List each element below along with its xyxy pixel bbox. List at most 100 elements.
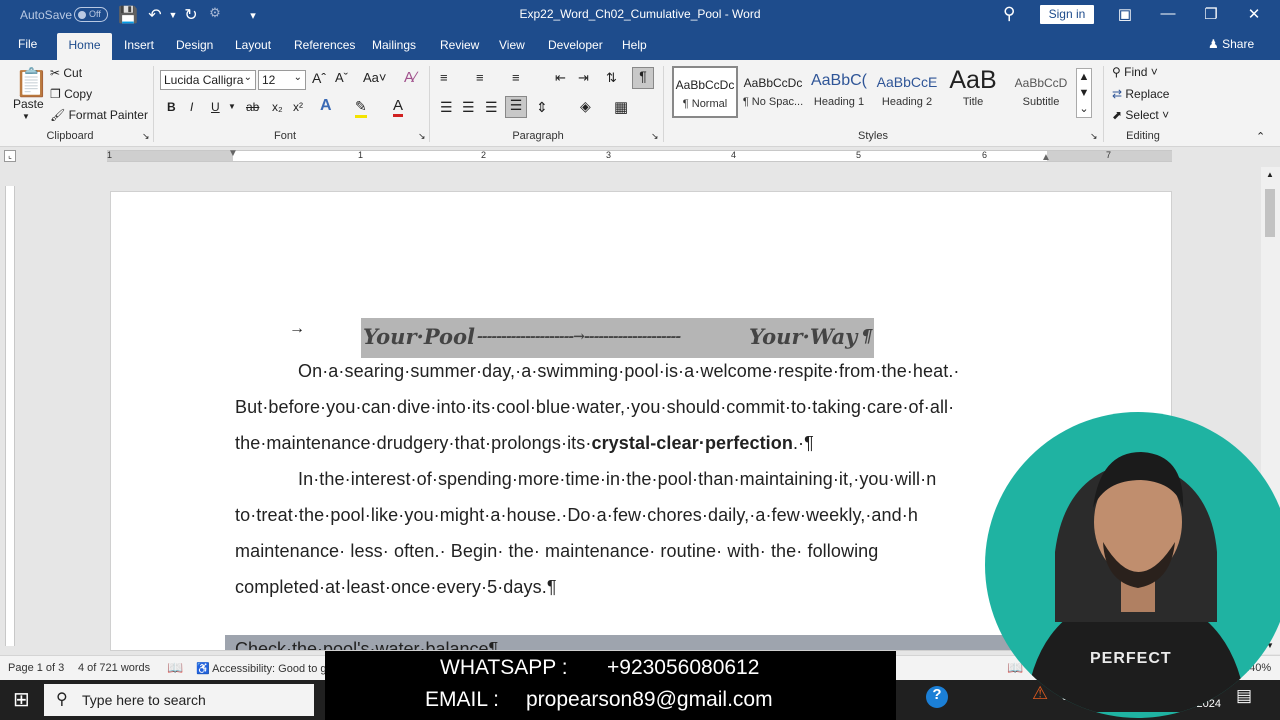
font-color-icon[interactable]: A [393, 97, 404, 117]
increase-indent-icon[interactable]: ⇥ [578, 70, 589, 86]
style-title[interactable]: AaB Title [940, 66, 1006, 118]
page-count[interactable]: Page 1 of 3 [8, 662, 64, 674]
style-no-spacing[interactable]: AaBbCcDc ¶ No Spac... [740, 66, 806, 118]
para1-line1[interactable]: On·a·searing·summer·day,·a·swimming·pool… [298, 361, 960, 382]
numbering-icon[interactable]: ≡ [476, 70, 484, 85]
para2-line2[interactable]: to·treat·the·pool·like·you·might·a·house… [235, 505, 918, 526]
align-right-icon[interactable]: ☰ [485, 99, 498, 116]
redo-icon[interactable]: ↻ [181, 5, 201, 25]
text-effects-icon[interactable]: A [320, 97, 332, 115]
line-spacing-icon[interactable]: ⇕ [536, 99, 548, 116]
subscript-icon[interactable]: x₂ [272, 100, 283, 114]
para1-line3[interactable]: the·maintenance·drudgery·that·prolongs·i… [235, 433, 814, 454]
search-icon[interactable]: ⚲ [1003, 4, 1015, 24]
minimize-icon[interactable]: — [1158, 5, 1178, 22]
italic-icon[interactable]: I [190, 100, 193, 114]
strikethrough-icon[interactable]: ab [246, 100, 259, 114]
first-line-indent-marker[interactable]: ▼ [228, 148, 238, 159]
tab-file[interactable]: File [18, 37, 37, 51]
sign-in-button[interactable]: Sign in [1040, 5, 1094, 24]
windows-start-icon[interactable]: ⊞ [13, 687, 30, 712]
horizontal-ruler[interactable]: 1 1 2 3 4 5 6 7 ▼ ▲ [107, 148, 1172, 163]
tab-references[interactable]: References [294, 38, 355, 52]
accessibility-status[interactable]: ♿ Accessibility: Good to g [196, 662, 327, 675]
tab-insert[interactable]: Insert [124, 38, 154, 52]
format-painter-qat-icon[interactable]: ⚙ [205, 5, 225, 21]
scroll-up-icon[interactable]: ▲ [1266, 170, 1274, 179]
align-center-icon[interactable]: ☰ [462, 99, 475, 116]
help-icon[interactable]: ? [926, 686, 948, 708]
undo-dropdown-icon[interactable]: ▼ [163, 10, 183, 20]
style-heading-2[interactable]: AaBbCcE Heading 2 [874, 66, 940, 118]
highlight-icon[interactable]: ✎ [355, 98, 367, 118]
font-size-select[interactable]: 12 ⌄ [258, 70, 306, 90]
font-name-select[interactable]: Lucida Calligra ⌄ [160, 70, 256, 90]
customize-qat-icon[interactable]: ▾ [243, 9, 263, 22]
show-formatting-marks-icon[interactable]: ¶ [632, 67, 654, 89]
tab-developer[interactable]: Developer [548, 38, 603, 52]
para1-line2[interactable]: But·before·you·can·dive·into·its·cool·bl… [235, 397, 954, 418]
notifications-icon[interactable]: ▤ [1236, 686, 1252, 706]
tab-mailings[interactable]: Mailings [372, 38, 416, 52]
undo-icon[interactable]: ↶ [145, 5, 165, 25]
grow-font-icon[interactable]: Aˆ [312, 70, 326, 86]
taskbar-search[interactable]: ⚲ Type here to search [44, 684, 314, 716]
ribbon-display-options-icon[interactable]: ▣ [1115, 5, 1135, 23]
close-icon[interactable]: ✕ [1244, 5, 1264, 23]
justify-icon[interactable]: ☰ [505, 96, 527, 118]
para2-line4[interactable]: completed·at·least·once·every·5·days.¶ [235, 577, 557, 598]
paste-button[interactable]: Paste [13, 97, 44, 111]
paste-dropdown-icon[interactable]: ▼ [22, 112, 30, 121]
copy-button[interactable]: ❐ Copy [50, 87, 92, 101]
styles-scroll-icon[interactable]: ▲ ▼ ⌄ [1076, 68, 1092, 118]
save-icon[interactable]: 💾 [118, 5, 138, 25]
tab-view[interactable]: View [499, 38, 525, 52]
tab-layout[interactable]: Layout [235, 38, 271, 52]
format-painter-button[interactable]: 🖌 Format Painter [50, 108, 148, 122]
right-indent-marker[interactable]: ▲ [1041, 152, 1051, 163]
tab-review[interactable]: Review [440, 38, 479, 52]
collapse-ribbon-icon[interactable]: ⌃ [1256, 130, 1265, 143]
paste-icon[interactable]: 📋 [14, 66, 49, 99]
clear-formatting-icon[interactable]: A∕ [404, 69, 417, 86]
bullets-icon[interactable]: ≡ [440, 70, 448, 85]
underline-dropdown-icon[interactable]: ▼ [228, 102, 236, 111]
align-left-icon[interactable]: ☰ [440, 99, 453, 116]
multilevel-list-icon[interactable]: ≡ [512, 70, 520, 85]
word-count[interactable]: 4 of 721 words [78, 662, 150, 674]
vertical-ruler[interactable] [5, 186, 15, 646]
autosave-toggle[interactable]: Off [74, 7, 108, 22]
tab-home[interactable]: Home [57, 33, 112, 60]
tab-design[interactable]: Design [176, 38, 213, 52]
select-button[interactable]: ⬈ Select ˅ [1112, 108, 1169, 122]
replace-button[interactable]: ⇄ Replace [1112, 87, 1169, 101]
underline-icon[interactable]: U [211, 100, 220, 114]
style-subtitle[interactable]: AaBbCcD Subtitle [1008, 66, 1074, 118]
style-normal[interactable]: AaBbCcDc ¶ Normal [672, 66, 738, 118]
find-button[interactable]: ⚲ Find ˅ [1112, 65, 1158, 79]
share-button[interactable]: ♟ Share [1208, 37, 1254, 51]
bold-icon[interactable]: B [167, 100, 176, 114]
styles-launcher-icon[interactable]: ↘ [1090, 131, 1098, 142]
document-header-line[interactable]: Your·Pool --------------------→---------… [361, 318, 874, 358]
style-heading-1[interactable]: AaBbC(Heading 1 [806, 66, 872, 118]
heading-check-water-balance[interactable]: Check·the·pool's·water·balance¶ [225, 635, 1125, 650]
decrease-indent-icon[interactable]: ⇤ [555, 70, 566, 86]
superscript-icon[interactable]: x² [293, 100, 303, 114]
change-case-icon[interactable]: Aa˅ [363, 70, 387, 85]
sort-icon[interactable]: ⇅ [606, 70, 617, 86]
paragraph-launcher-icon[interactable]: ↘ [651, 131, 659, 142]
tab-selector[interactable]: ⌞ [4, 150, 16, 162]
font-launcher-icon[interactable]: ↘ [418, 131, 426, 142]
shrink-font-icon[interactable]: Aˇ [335, 70, 348, 85]
tab-help[interactable]: Help [622, 38, 647, 52]
shading-icon[interactable]: ◈ [580, 98, 591, 115]
cut-button[interactable]: ✂ Cut [50, 66, 82, 80]
para2-line3[interactable]: maintenance· less· often.· Begin· the· m… [235, 541, 878, 562]
restore-icon[interactable]: ❐ [1201, 5, 1221, 23]
clipboard-launcher-icon[interactable]: ↘ [142, 131, 150, 142]
borders-icon[interactable]: ▦ [614, 98, 628, 116]
scroll-thumb[interactable] [1265, 189, 1275, 237]
para2-line1[interactable]: In·the·interest·of·spending·more·time·in… [298, 469, 936, 490]
proofing-icon[interactable]: 📖 [167, 660, 183, 676]
